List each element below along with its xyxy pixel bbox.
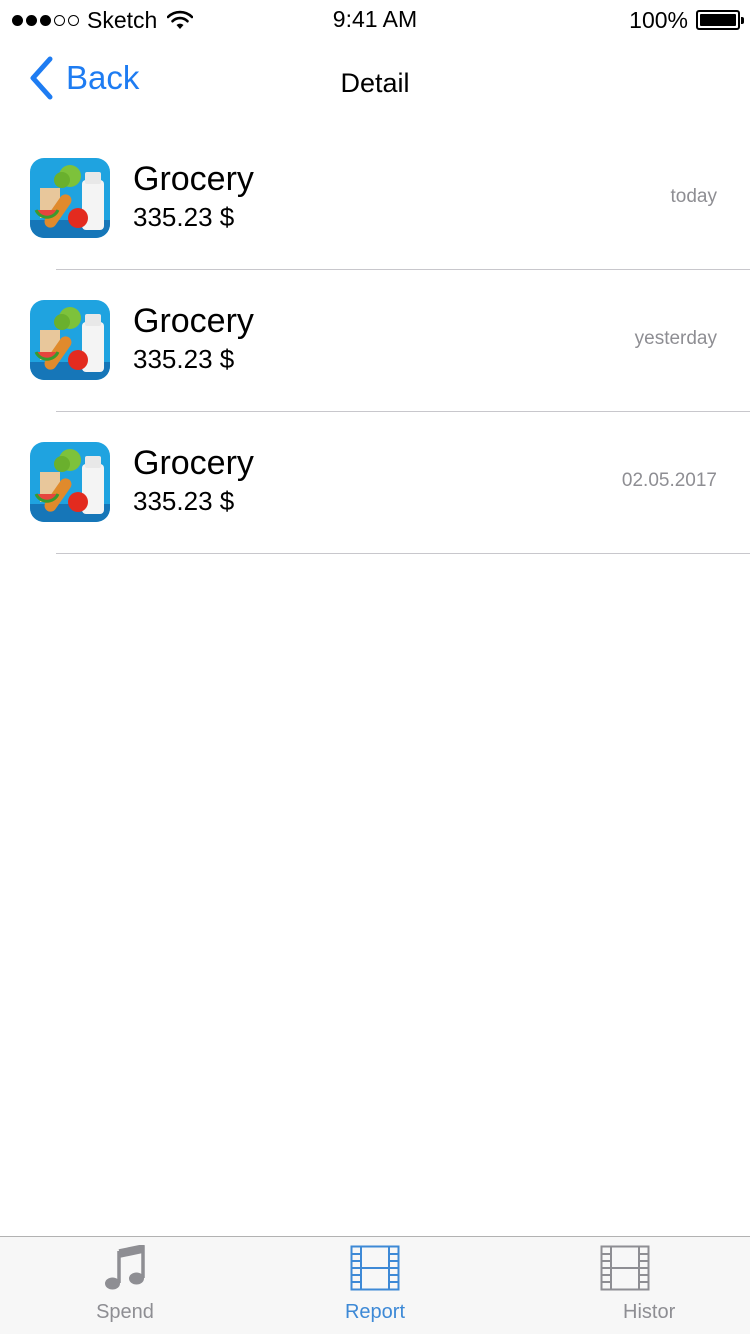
status-right: 100%	[629, 6, 744, 34]
transaction-list: Grocery 335.23 $ today Grocery 335.23 $ …	[0, 128, 750, 554]
music-note-icon	[105, 1245, 145, 1290]
battery-icon	[696, 10, 744, 30]
transaction-title: Grocery	[133, 160, 254, 198]
transaction-date: 02.05.2017	[621, 470, 717, 491]
navigation-bar: Back Detail	[0, 40, 750, 128]
transaction-amount: 335.23 $	[133, 202, 235, 232]
grocery-icon	[30, 300, 110, 380]
tab-label: Histor	[623, 1301, 676, 1323]
transaction-title: Grocery	[133, 444, 254, 482]
list-item[interactable]: Grocery 335.23 $ yesterday	[0, 270, 750, 412]
list-item[interactable]: Grocery 335.23 $ 02.05.2017	[0, 412, 750, 554]
transaction-date: yesterday	[634, 328, 717, 349]
transaction-date: today	[670, 186, 717, 207]
tab-report[interactable]: Report	[250, 1237, 500, 1334]
tab-label: Report	[344, 1301, 406, 1323]
tab-history[interactable]: Histor	[500, 1237, 750, 1334]
row-separator	[56, 553, 750, 554]
grocery-icon	[30, 158, 110, 238]
status-bar: Sketch 9:41 AM 100%	[0, 0, 750, 40]
grocery-icon	[30, 442, 110, 522]
transaction-title: Grocery	[133, 302, 254, 340]
screen: Sketch 9:41 AM 100% Back Detail Grocery …	[0, 0, 750, 1334]
tab-label: Spend	[96, 1301, 154, 1323]
tab-spend[interactable]: Spend	[0, 1237, 250, 1334]
list-item[interactable]: Grocery 335.23 $ today	[0, 128, 750, 270]
tab-bar: Spend Report Histor	[0, 1236, 750, 1334]
film-icon	[600, 1245, 650, 1291]
battery-percentage: 100%	[629, 6, 688, 33]
transaction-amount: 335.23 $	[133, 486, 235, 516]
page-title: Detail	[340, 68, 410, 98]
transaction-amount: 335.23 $	[133, 344, 235, 374]
film-icon	[350, 1245, 400, 1291]
